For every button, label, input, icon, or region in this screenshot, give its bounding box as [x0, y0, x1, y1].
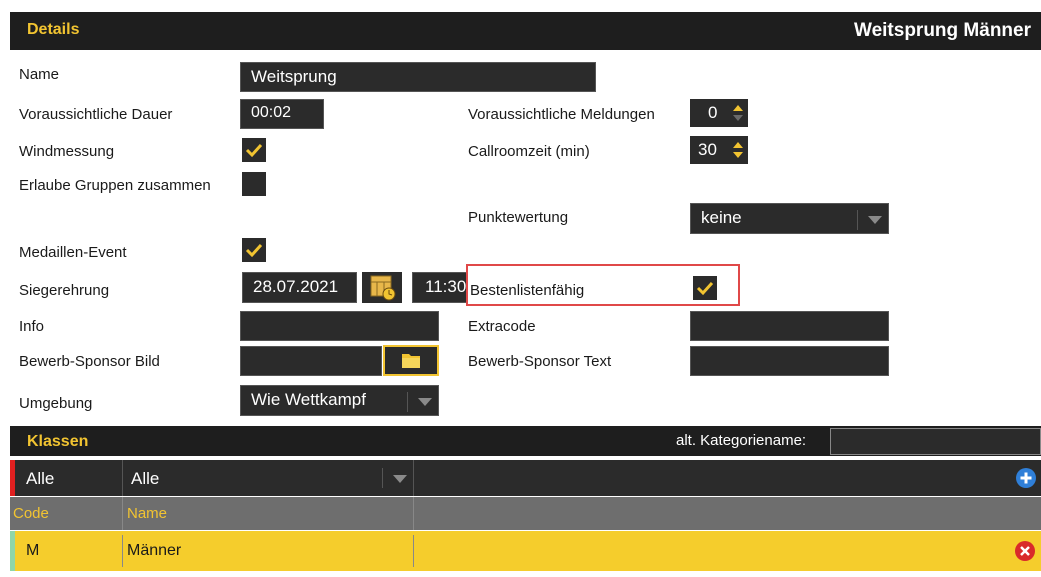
row-code: M	[26, 542, 40, 559]
medaillen-label: Medaillen-Event	[19, 244, 127, 261]
calendar-button[interactable]	[362, 272, 402, 303]
gruppen-label: Erlaube Gruppen zusammen	[19, 177, 211, 194]
dropdown-divider	[382, 468, 383, 488]
info-label: Info	[19, 318, 45, 335]
column-divider	[413, 535, 414, 567]
windmessung-checkbox[interactable]	[242, 138, 266, 162]
add-icon[interactable]	[1016, 468, 1036, 488]
check-icon	[245, 243, 263, 258]
extracode-input[interactable]	[690, 311, 889, 341]
medaillen-checkbox[interactable]	[242, 238, 266, 262]
dropdown-divider	[407, 392, 408, 412]
filter-first[interactable]: Alle	[26, 469, 54, 489]
meldungen-stepper[interactable]: 0	[690, 99, 748, 127]
name-label: Name	[19, 66, 60, 83]
extracode-label: Extracode	[468, 318, 536, 335]
row-indicator	[10, 531, 15, 571]
highlight-box	[466, 264, 740, 306]
punkte-dropdown[interactable]: keine	[690, 203, 889, 234]
klassen-header: Klassen alt. Kategoriename:	[10, 426, 1041, 456]
sponsor-text-input[interactable]	[690, 346, 889, 376]
table-row[interactable]: M Männer	[10, 531, 1041, 571]
sponsor-text-label: Bewerb-Sponsor Text	[468, 353, 612, 370]
umgebung-label: Umgebung	[19, 395, 93, 412]
column-divider	[122, 535, 123, 567]
meldungen-label: Voraussichtliche Meldungen	[468, 106, 655, 123]
delete-icon[interactable]	[1015, 541, 1035, 561]
row-name: Männer	[127, 542, 182, 559]
calendar-clock-icon	[370, 275, 396, 301]
punkte-label: Punktewertung	[468, 209, 569, 226]
dropdown-divider	[857, 210, 858, 230]
info-input[interactable]	[240, 311, 439, 341]
sponsor-bild-label: Bewerb-Sponsor Bild	[19, 353, 160, 370]
event-title: Weitsprung Männer	[854, 20, 1031, 41]
dauer-input[interactable]: 00:02	[240, 99, 324, 129]
dropdown-arrow-icon	[393, 475, 407, 483]
umgebung-dropdown[interactable]: Wie Wettkampf	[240, 385, 439, 416]
klassen-title: Klassen	[27, 433, 89, 450]
sieger-date-input[interactable]: 28.07.2021	[242, 272, 357, 303]
filter-bar: Alle Alle	[10, 460, 1041, 496]
gruppen-checkbox[interactable]	[242, 172, 266, 196]
windmessung-label: Windmessung	[19, 143, 115, 160]
filter-divider	[413, 460, 414, 496]
column-header-name[interactable]: Name	[127, 505, 167, 522]
folder-icon	[402, 354, 420, 368]
section-title: Details	[27, 21, 80, 38]
meldungen-value: 0	[708, 103, 718, 122]
alt-name-label: alt. Kategoriename:	[676, 432, 807, 449]
punkte-value: keine	[701, 208, 742, 227]
sieger-label: Siegerehrung	[19, 282, 110, 299]
name-input[interactable]: Weitsprung	[240, 62, 596, 92]
dropdown-arrow-icon	[418, 398, 432, 406]
callroom-stepper[interactable]: 30	[690, 136, 748, 164]
browse-button[interactable]	[383, 345, 439, 376]
sponsor-bild-input[interactable]	[240, 346, 382, 376]
callroom-value: 30	[698, 140, 717, 159]
sieger-time-input[interactable]: 11:30	[412, 272, 468, 303]
column-divider	[413, 497, 414, 530]
table-header: Code Name	[10, 497, 1041, 530]
dauer-label: Voraussichtliche Dauer	[19, 106, 173, 123]
dropdown-arrow-icon	[868, 216, 882, 224]
check-icon	[245, 143, 263, 158]
filter-dropdown[interactable]: Alle	[123, 460, 413, 496]
spin-arrows-icon[interactable]	[732, 101, 744, 125]
column-header-code[interactable]: Code	[13, 505, 49, 522]
umgebung-value: Wie Wettkampf	[251, 390, 366, 409]
spin-arrows-icon[interactable]	[732, 138, 744, 162]
filter-second: Alle	[131, 469, 160, 488]
column-divider	[122, 497, 123, 530]
details-header: Details Weitsprung Männer	[10, 12, 1041, 50]
callroom-label: Callroomzeit (min)	[468, 143, 590, 160]
status-indicator	[10, 460, 15, 496]
alt-name-input[interactable]	[830, 428, 1041, 455]
